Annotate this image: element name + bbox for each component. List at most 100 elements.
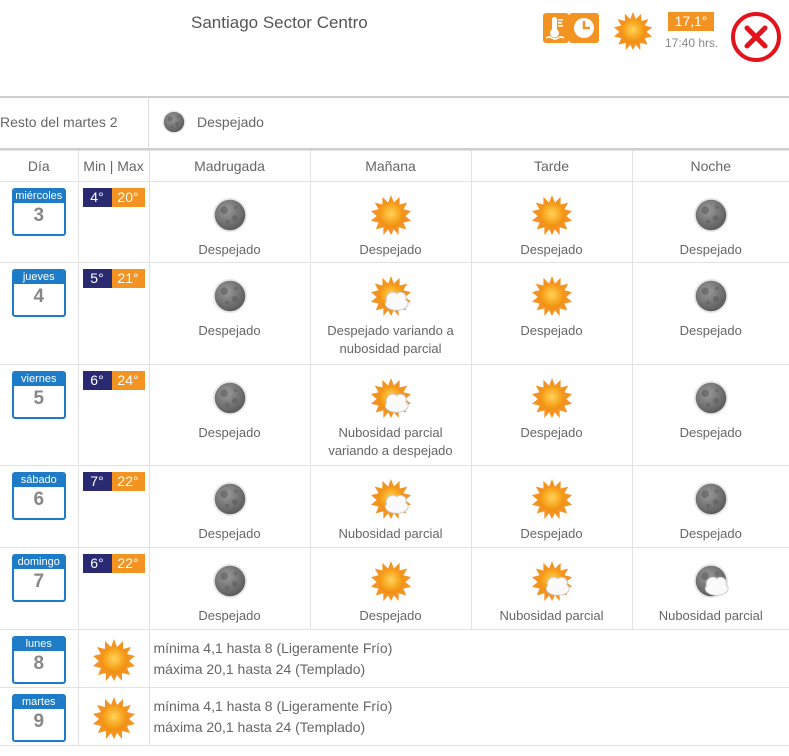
condition-text: Nubosidad parcial <box>338 526 443 541</box>
condition-text: Despejado <box>520 242 583 257</box>
table-row: domingo 7 6° 22° Despejado Despejado Nub… <box>0 547 789 630</box>
day-number: 3 <box>33 205 45 226</box>
moon-icon <box>690 377 732 419</box>
table-row: martes 9 mínima 4,1 hasta 8 (Ligeramente… <box>0 687 789 746</box>
moon-icon <box>690 478 732 520</box>
current-temperature-badge: 17,1° <box>668 12 714 31</box>
condition-text: Nubosidad parcial <box>658 608 763 623</box>
column-header-madrugada: Madrugada <box>148 150 311 182</box>
moon-icon <box>209 560 251 602</box>
day-number: 6 <box>33 489 45 510</box>
sun-icon <box>531 275 573 317</box>
day-number: 7 <box>33 571 45 592</box>
header: Santiago Sector Centro 17,1° 17:40 hrs. <box>0 0 789 96</box>
moon-icon <box>209 377 251 419</box>
sun-icon <box>370 194 412 236</box>
condition-text: Despejado <box>679 242 742 257</box>
condition-text: Despejado <box>359 608 422 623</box>
condition-text: Despejado <box>198 608 261 623</box>
day-number: 8 <box>33 653 45 674</box>
condition-text: Nubosidad parcial variando a despejado <box>328 425 453 458</box>
min-temp: 7° <box>82 472 112 491</box>
divider <box>148 98 149 148</box>
sun-cloud-icon <box>370 275 412 317</box>
sun-cloud-icon <box>370 478 412 520</box>
sun-icon <box>531 194 573 236</box>
day-name: martes <box>13 696 64 709</box>
column-header-manana: Mañana <box>309 150 472 182</box>
condition-text: Despejado <box>198 242 261 257</box>
day-number: 5 <box>33 388 45 409</box>
sun-icon <box>92 638 136 682</box>
max-temp: 22° <box>111 554 145 573</box>
max-range-text: máxima 20,1 hasta 24 (Templado) <box>153 661 366 677</box>
min-max-temps: 6° 22° <box>79 554 149 573</box>
sun-cloud-icon <box>531 560 573 602</box>
sun-icon <box>531 377 573 419</box>
clock-icon[interactable] <box>569 13 599 43</box>
condition-text: Despejado <box>520 526 583 541</box>
day-badge[interactable]: viernes 5 <box>11 371 66 419</box>
rest-of-day-row: Resto del martes 2 Despejado <box>0 98 789 150</box>
condition-text: Nubosidad parcial <box>499 608 604 623</box>
sun-icon <box>370 560 412 602</box>
sun-icon <box>613 11 653 51</box>
day-badge[interactable]: sábado 6 <box>11 472 66 520</box>
condition-text: Despejado <box>359 242 422 257</box>
condition-text: Despejado <box>679 323 742 338</box>
min-range-text: mínima 4,1 hasta 8 (Ligeramente Frío) <box>153 698 393 714</box>
day-name: lunes <box>13 638 64 651</box>
max-temp: 24° <box>111 371 145 390</box>
min-temp: 6° <box>82 371 112 390</box>
column-header-minmax: Min | Max <box>77 150 150 182</box>
close-icon[interactable] <box>730 11 782 63</box>
day-badge[interactable]: domingo 7 <box>11 554 66 602</box>
condition-text: Despejado <box>198 425 261 440</box>
condition-text: Despejado <box>520 323 583 338</box>
sun-icon <box>92 696 136 740</box>
day-name: sábado <box>13 474 64 487</box>
condition-text: Despejado <box>679 425 742 440</box>
moon-icon <box>690 275 732 317</box>
table-row: viernes 5 6° 24° Despejado Nubosidad par… <box>0 364 789 466</box>
table-row: jueves 4 5° 21° Despejado Despejado vari… <box>0 262 789 365</box>
sun-cloud-icon <box>370 377 412 419</box>
condition-text: Despejado <box>198 323 261 338</box>
table-header-row: Día Min | Max Madrugada Mañana Tarde Noc… <box>0 150 789 182</box>
min-max-temps: 6° 24° <box>79 371 149 390</box>
day-number: 9 <box>33 711 45 732</box>
day-badge[interactable]: jueves 4 <box>11 269 66 317</box>
min-max-temps: 5° 21° <box>79 269 149 288</box>
thermometer-icon[interactable] <box>543 13 569 43</box>
column-header-noche: Noche <box>631 150 789 182</box>
sun-icon <box>531 478 573 520</box>
condition-text: Despejado <box>198 526 261 541</box>
update-time: 17:40 hrs. <box>665 36 719 50</box>
moon-icon <box>690 194 732 236</box>
rest-of-day-condition: Despejado <box>197 114 264 130</box>
day-badge[interactable]: lunes 8 <box>11 636 66 684</box>
day-name: domingo <box>13 556 64 569</box>
extended-forecast-text: mínima 4,1 hasta 8 (Ligeramente Frío) má… <box>150 630 789 680</box>
rest-of-day-label: Resto del martes 2 <box>0 114 118 130</box>
table-row: sábado 6 7° 22° Despejado Nubosidad parc… <box>0 465 789 548</box>
day-badge[interactable]: martes 9 <box>11 694 66 742</box>
column-header-dia: Día <box>0 150 79 182</box>
max-temp: 21° <box>111 269 145 288</box>
table-row: lunes 8 mínima 4,1 hasta 8 (Ligeramente … <box>0 629 789 688</box>
day-badge[interactable]: miércoles 3 <box>11 188 66 236</box>
max-temp: 20° <box>111 188 145 207</box>
day-name: jueves <box>13 271 64 284</box>
min-temp: 4° <box>82 188 112 207</box>
condition-text: Despejado <box>520 425 583 440</box>
table-row: miércoles 3 4° 20° Despejado Despejado D… <box>0 181 789 263</box>
moon-cloud-icon <box>690 560 732 602</box>
min-range-text: mínima 4,1 hasta 8 (Ligeramente Frío) <box>153 640 393 656</box>
min-max-temps: 7° 22° <box>79 472 149 491</box>
min-temp: 6° <box>82 554 112 573</box>
condition-text: Despejado <box>679 526 742 541</box>
day-name: viernes <box>13 373 64 386</box>
moon-icon <box>209 478 251 520</box>
min-max-temps: 4° 20° <box>79 188 149 207</box>
column-header-tarde: Tarde <box>470 150 633 182</box>
